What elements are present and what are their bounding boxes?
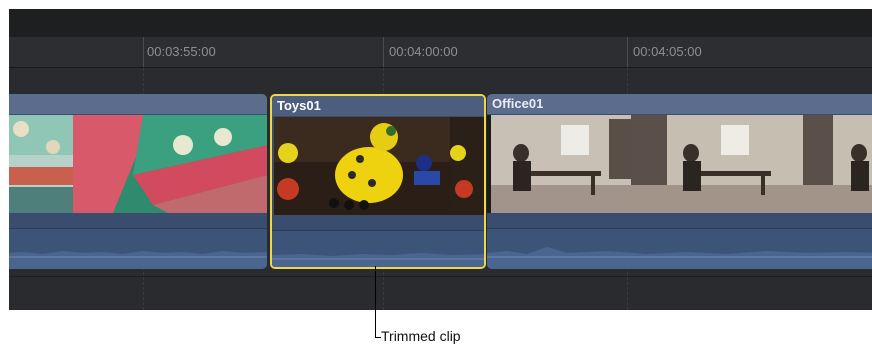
ruler-tick xyxy=(383,37,384,67)
ruler-timecode: 00:03:55:00 xyxy=(147,44,216,59)
audio-waveform xyxy=(9,228,267,269)
clip-filmstrip xyxy=(274,117,484,215)
video-frame xyxy=(274,117,450,215)
clip-title xyxy=(9,94,267,114)
audio-waveform xyxy=(487,228,872,269)
ruler-timecode: 00:04:05:00 xyxy=(633,44,702,59)
video-frame xyxy=(631,115,804,213)
clip-toys01-selected[interactable]: Toys01 xyxy=(270,94,486,269)
clip-filmstrip xyxy=(487,115,872,213)
video-frame xyxy=(450,117,484,215)
video-frame xyxy=(73,115,267,213)
video-frame xyxy=(491,115,632,213)
ruler-tick xyxy=(143,37,144,67)
clip-title: Toys01 xyxy=(272,96,484,116)
audio-waveform xyxy=(272,230,484,267)
clip-left[interactable] xyxy=(9,94,267,269)
lane-divider xyxy=(9,276,872,277)
clip-office01[interactable]: Office01 xyxy=(487,94,872,269)
video-frame xyxy=(803,115,872,213)
callout-line xyxy=(375,266,376,338)
video-frame xyxy=(9,115,74,213)
ruler-timecode: 00:04:00:00 xyxy=(389,44,458,59)
clip-filmstrip xyxy=(9,115,267,213)
callout-label: Trimmed clip xyxy=(381,328,461,344)
ruler-tick xyxy=(627,37,628,67)
time-ruler[interactable]: 00:03:55:00 00:04:00:00 00:04:05:00 xyxy=(9,37,872,68)
timeline-toolbar xyxy=(9,9,872,37)
timeline[interactable]: 00:03:55:00 00:04:00:00 00:04:05:00 Toys… xyxy=(9,9,872,310)
clip-title: Office01 xyxy=(487,94,872,114)
